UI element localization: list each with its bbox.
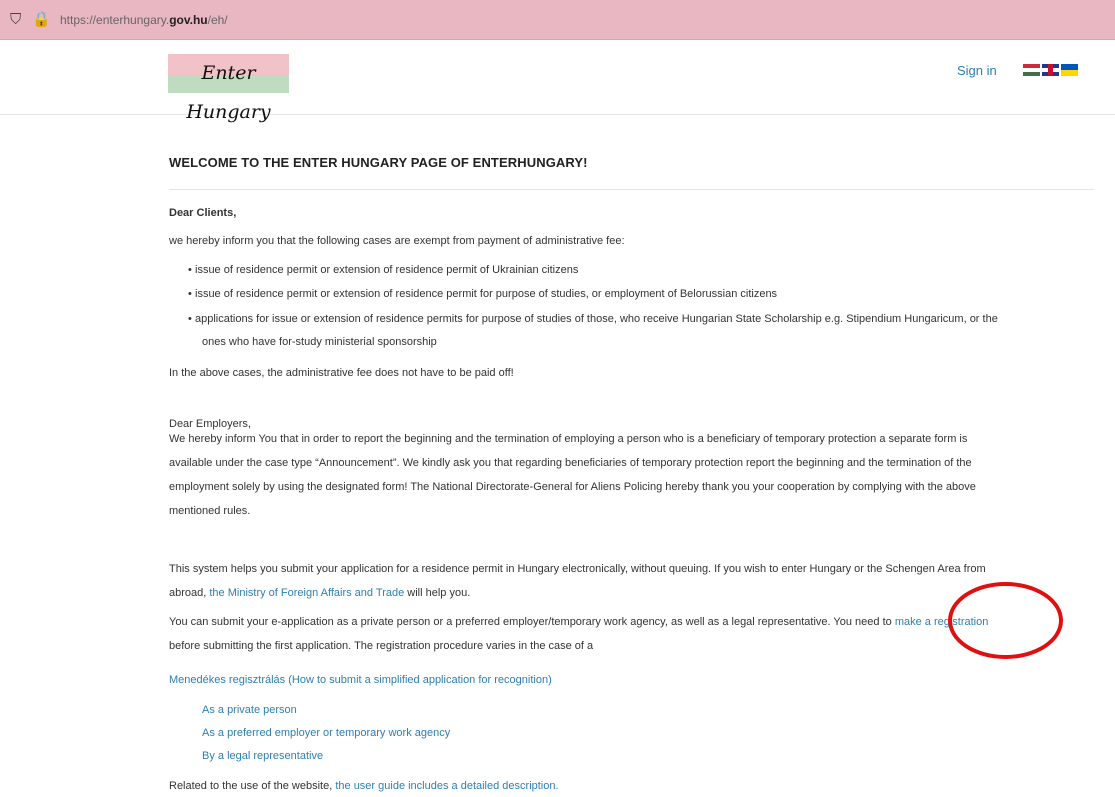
user-guide-prefix: Related to the use of the website,: [169, 780, 333, 792]
url-prefix: https://enterhungary.: [60, 13, 170, 27]
system-intro-line: This system helps you submit your applic…: [169, 563, 986, 575]
employers-paragraph-line: mentioned rules.: [169, 505, 251, 517]
dear-clients-heading: Dear Clients,: [169, 207, 237, 219]
employers-paragraph-line: We hereby inform You that in order to re…: [169, 433, 968, 445]
uk-flag-icon[interactable]: [1042, 64, 1059, 76]
page-title: WELCOME TO THE ENTER HUNGARY PAGE OF ENT…: [169, 155, 588, 170]
list-item-text: issue of residence permit or extension o…: [195, 264, 579, 276]
lock-icon[interactable]: 🔒: [32, 12, 51, 28]
employers-paragraph-line: employment solely by using the designate…: [169, 481, 976, 493]
system-line2-suffix: will help you.: [407, 587, 471, 599]
url-domain: gov.hu: [169, 13, 208, 27]
system-intro-line2: abroad, the Ministry of Foreign Affairs …: [169, 582, 470, 604]
list-item-continuation: ones who have for-study ministerial spon…: [202, 336, 437, 348]
logo-text: Enter Hungary: [186, 62, 271, 123]
menedekes-registration-link[interactable]: Menedékes regisztrálás (How to submit a …: [169, 669, 552, 691]
url-text[interactable]: https://enterhungary.gov.hu/eh/: [60, 12, 228, 28]
submit-line-text: You can submit your e-application as a p…: [169, 616, 892, 628]
ukrainian-flag-icon[interactable]: [1061, 64, 1078, 76]
annotation-circle: [948, 582, 1063, 659]
ministry-link[interactable]: the Ministry of Foreign Affairs and Trad…: [209, 587, 404, 599]
list-item: issue of residence permit or extension o…: [188, 259, 578, 281]
submit-line: You can submit your e-application as a p…: [169, 611, 988, 633]
exemption-intro: we hereby inform you that the following …: [169, 235, 625, 247]
site-logo[interactable]: Enter Hungary: [168, 54, 289, 123]
hungarian-flag-icon[interactable]: [1023, 64, 1040, 76]
list-item-text: issue of residence permit or extension o…: [195, 288, 778, 300]
preferred-employer-link[interactable]: As a preferred employer or temporary wor…: [202, 722, 450, 744]
title-divider: [169, 189, 1094, 190]
sign-in-link[interactable]: Sign in: [957, 63, 997, 78]
browser-url-bar[interactable]: ⛉ 🔒 https://enterhungary.gov.hu/eh/: [0, 0, 1115, 40]
url-suffix: /eh/: [207, 13, 228, 27]
user-guide-line: Related to the use of the website, the u…: [169, 775, 559, 797]
site-header: Enter Hungary Sign in: [0, 40, 1115, 123]
private-person-link[interactable]: As a private person: [202, 699, 297, 721]
user-guide-link[interactable]: the user guide includes a detailed descr…: [335, 780, 558, 792]
list-item: applications for issue or extension of r…: [188, 308, 998, 330]
list-item-text: applications for issue or extension of r…: [195, 313, 998, 325]
paid-off-note: In the above cases, the administrative f…: [169, 367, 514, 379]
list-item: issue of residence permit or extension o…: [188, 283, 777, 305]
system-line2-prefix: abroad,: [169, 587, 207, 599]
submit-line2: before submitting the first application.…: [169, 640, 594, 652]
shield-icon[interactable]: ⛉: [10, 12, 21, 28]
legal-representative-link[interactable]: By a legal representative: [202, 745, 323, 767]
employers-paragraph-line: available under the case type “Announcem…: [169, 457, 972, 469]
